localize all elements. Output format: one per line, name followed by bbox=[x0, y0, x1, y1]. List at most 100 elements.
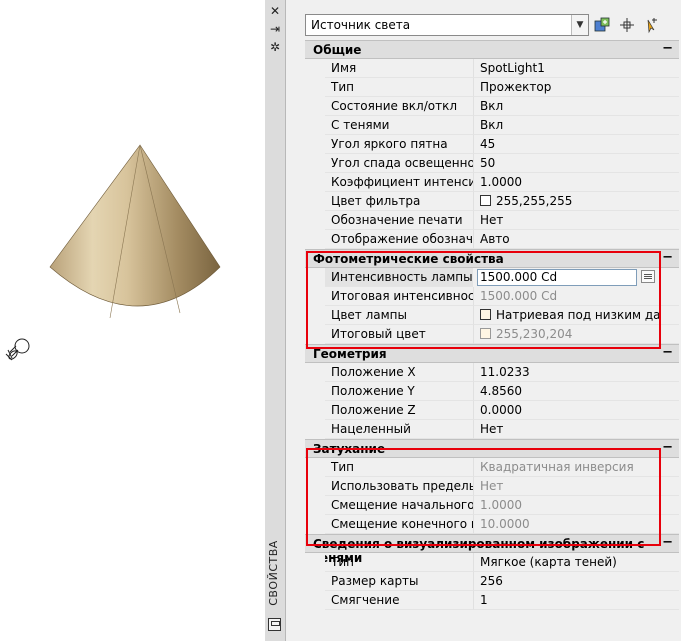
property-row[interactable]: Положение Y 4.8560 bbox=[305, 382, 679, 401]
property-name: Интенсивность лампы bbox=[325, 268, 473, 287]
property-name: Нацеленный bbox=[325, 420, 473, 439]
property-name: Тип bbox=[325, 553, 473, 572]
property-name: Отображение обозначе bbox=[325, 230, 473, 249]
property-value[interactable]: 11.0233 bbox=[473, 363, 679, 382]
property-value[interactable]: Мягкое (карта теней) bbox=[473, 553, 679, 572]
property-row[interactable]: Имя SpotLight1 bbox=[305, 59, 679, 78]
property-name: Имя bbox=[325, 59, 473, 78]
properties-palette: ✕ ⇥ ✲ СВОЙСТВА Источник света ▼ Общие − bbox=[265, 0, 681, 641]
palette-menu-icon[interactable] bbox=[268, 618, 281, 631]
property-value[interactable]: SpotLight1 bbox=[473, 59, 679, 78]
property-name: Обозначение печати bbox=[325, 211, 473, 230]
chevron-down-icon[interactable]: ▼ bbox=[571, 15, 588, 35]
collapse-icon[interactable]: − bbox=[662, 345, 673, 360]
palette-titlebar[interactable]: ✕ ⇥ ✲ СВОЙСТВА bbox=[265, 0, 286, 641]
toggle-pickadd-icon[interactable] bbox=[642, 16, 660, 34]
property-value[interactable]: Прожектор bbox=[473, 78, 679, 97]
section-rendered-shadow-header[interactable]: Сведения о визуализированном изображении… bbox=[305, 534, 679, 565]
property-name: Цвет фильтра bbox=[325, 192, 473, 211]
result-color-text: 255,230,204 bbox=[496, 327, 573, 341]
autohide-icon[interactable]: ⇥ bbox=[267, 22, 283, 36]
property-row[interactable]: Смещение начального п 1.0000 bbox=[305, 496, 679, 515]
property-value[interactable]: 50 bbox=[473, 154, 679, 173]
property-row[interactable]: Тип Квадратичная инверсия bbox=[305, 458, 679, 477]
property-value[interactable]: Нет bbox=[473, 420, 679, 439]
property-value: Нет bbox=[473, 477, 679, 496]
collapse-icon[interactable]: − bbox=[662, 535, 673, 550]
color-swatch-icon bbox=[480, 309, 491, 320]
property-name: Смещение начального п bbox=[325, 496, 473, 515]
property-row[interactable]: Интенсивность лампы 1500.000 Cd bbox=[305, 268, 679, 287]
lamp-intensity-input[interactable]: 1500.000 Cd bbox=[477, 269, 637, 286]
drawing-viewport[interactable] bbox=[0, 0, 265, 641]
intensity-dialog-button[interactable] bbox=[641, 270, 655, 283]
property-row[interactable]: Размер карты 256 bbox=[305, 572, 679, 591]
property-value[interactable]: 4.8560 bbox=[473, 382, 679, 401]
property-row[interactable]: Состояние вкл/откл Вкл bbox=[305, 97, 679, 116]
section-photometric-header[interactable]: Фотометрические свойства − bbox=[305, 249, 679, 268]
property-row[interactable]: Положение Z 0.0000 bbox=[305, 401, 679, 420]
property-row[interactable]: Угол яркого пятна 45 bbox=[305, 135, 679, 154]
close-icon[interactable]: ✕ bbox=[267, 4, 283, 18]
collapse-icon[interactable]: − bbox=[662, 250, 673, 265]
section-geometry-header[interactable]: Геометрия − bbox=[305, 344, 679, 363]
property-name: Угол спада освещенност bbox=[325, 154, 473, 173]
property-row[interactable]: Цвет лампы Натриевая под низким да bbox=[305, 306, 679, 325]
object-type-value: Источник света bbox=[311, 18, 411, 32]
property-row[interactable]: Положение X 11.0233 bbox=[305, 363, 679, 382]
property-name: Итоговая интенсивность bbox=[325, 287, 473, 306]
property-value[interactable]: 45 bbox=[473, 135, 679, 154]
property-value: 10.0000 bbox=[473, 515, 679, 534]
collapse-icon[interactable]: − bbox=[662, 41, 673, 56]
property-row[interactable]: С тенями Вкл bbox=[305, 116, 679, 135]
property-row[interactable]: Смягчение 1 bbox=[305, 591, 679, 610]
section-title: Геометрия bbox=[313, 347, 387, 361]
cone-model[interactable] bbox=[40, 135, 230, 335]
property-value[interactable]: Вкл bbox=[473, 116, 679, 135]
object-type-select[interactable]: Источник света ▼ bbox=[305, 14, 589, 36]
property-row[interactable]: Смещение конечного п 10.0000 bbox=[305, 515, 679, 534]
property-value[interactable]: 0.0000 bbox=[473, 401, 679, 420]
section-title: Затухание bbox=[313, 442, 386, 456]
property-value: 1.0000 bbox=[473, 496, 679, 515]
property-name: Коэффициент интенсив bbox=[325, 173, 473, 192]
quick-select-icon[interactable] bbox=[593, 16, 611, 34]
property-row[interactable]: Коэффициент интенсив 1.0000 bbox=[305, 173, 679, 192]
property-value: 1500.000 Cd bbox=[473, 287, 679, 306]
property-row[interactable]: Использовать пределы Нет bbox=[305, 477, 679, 496]
lamp-color-text: Натриевая под низким да bbox=[496, 308, 661, 322]
property-name: Положение Y bbox=[325, 382, 473, 401]
palette-title: СВОЙСТВА bbox=[267, 540, 280, 606]
property-name: Положение Z bbox=[325, 401, 473, 420]
property-value[interactable]: Натриевая под низким да bbox=[473, 306, 679, 325]
property-row[interactable]: Угол спада освещенност 50 bbox=[305, 154, 679, 173]
property-row[interactable]: Обозначение печати Нет bbox=[305, 211, 679, 230]
section-attenuation-header[interactable]: Затухание − bbox=[305, 439, 679, 458]
property-row[interactable]: Тип Прожектор bbox=[305, 78, 679, 97]
spotlight-glyph-icon[interactable] bbox=[2, 334, 36, 368]
property-row[interactable]: Цвет фильтра 255,255,255 bbox=[305, 192, 679, 211]
palette-options-icon[interactable]: ✲ bbox=[267, 40, 283, 54]
property-value[interactable]: 256 bbox=[473, 572, 679, 591]
property-value: 255,230,204 bbox=[473, 325, 679, 344]
property-row[interactable]: Тип Мягкое (карта теней) bbox=[305, 553, 679, 572]
property-value[interactable]: Вкл bbox=[473, 97, 679, 116]
property-value[interactable]: Авто bbox=[473, 230, 679, 249]
property-name: Размер карты bbox=[325, 572, 473, 591]
property-row[interactable]: Нацеленный Нет bbox=[305, 420, 679, 439]
property-value[interactable]: 1.0000 bbox=[473, 173, 679, 192]
property-value[interactable]: 1 bbox=[473, 591, 679, 610]
property-row[interactable]: Итоговая интенсивность 1500.000 Cd bbox=[305, 287, 679, 306]
color-swatch-icon bbox=[480, 195, 491, 206]
property-name: Цвет лампы bbox=[325, 306, 473, 325]
property-name: Итоговый цвет bbox=[325, 325, 473, 344]
collapse-icon[interactable]: − bbox=[662, 440, 673, 455]
select-objects-icon[interactable] bbox=[618, 16, 636, 34]
section-general-header[interactable]: Общие − bbox=[305, 40, 679, 59]
property-value[interactable]: 255,255,255 bbox=[473, 192, 679, 211]
property-row[interactable]: Отображение обозначе Авто bbox=[305, 230, 679, 249]
property-row[interactable]: Итоговый цвет 255,230,204 bbox=[305, 325, 679, 344]
property-value[interactable]: Нет bbox=[473, 211, 679, 230]
property-name: Смещение конечного п bbox=[325, 515, 473, 534]
property-name: Угол яркого пятна bbox=[325, 135, 473, 154]
